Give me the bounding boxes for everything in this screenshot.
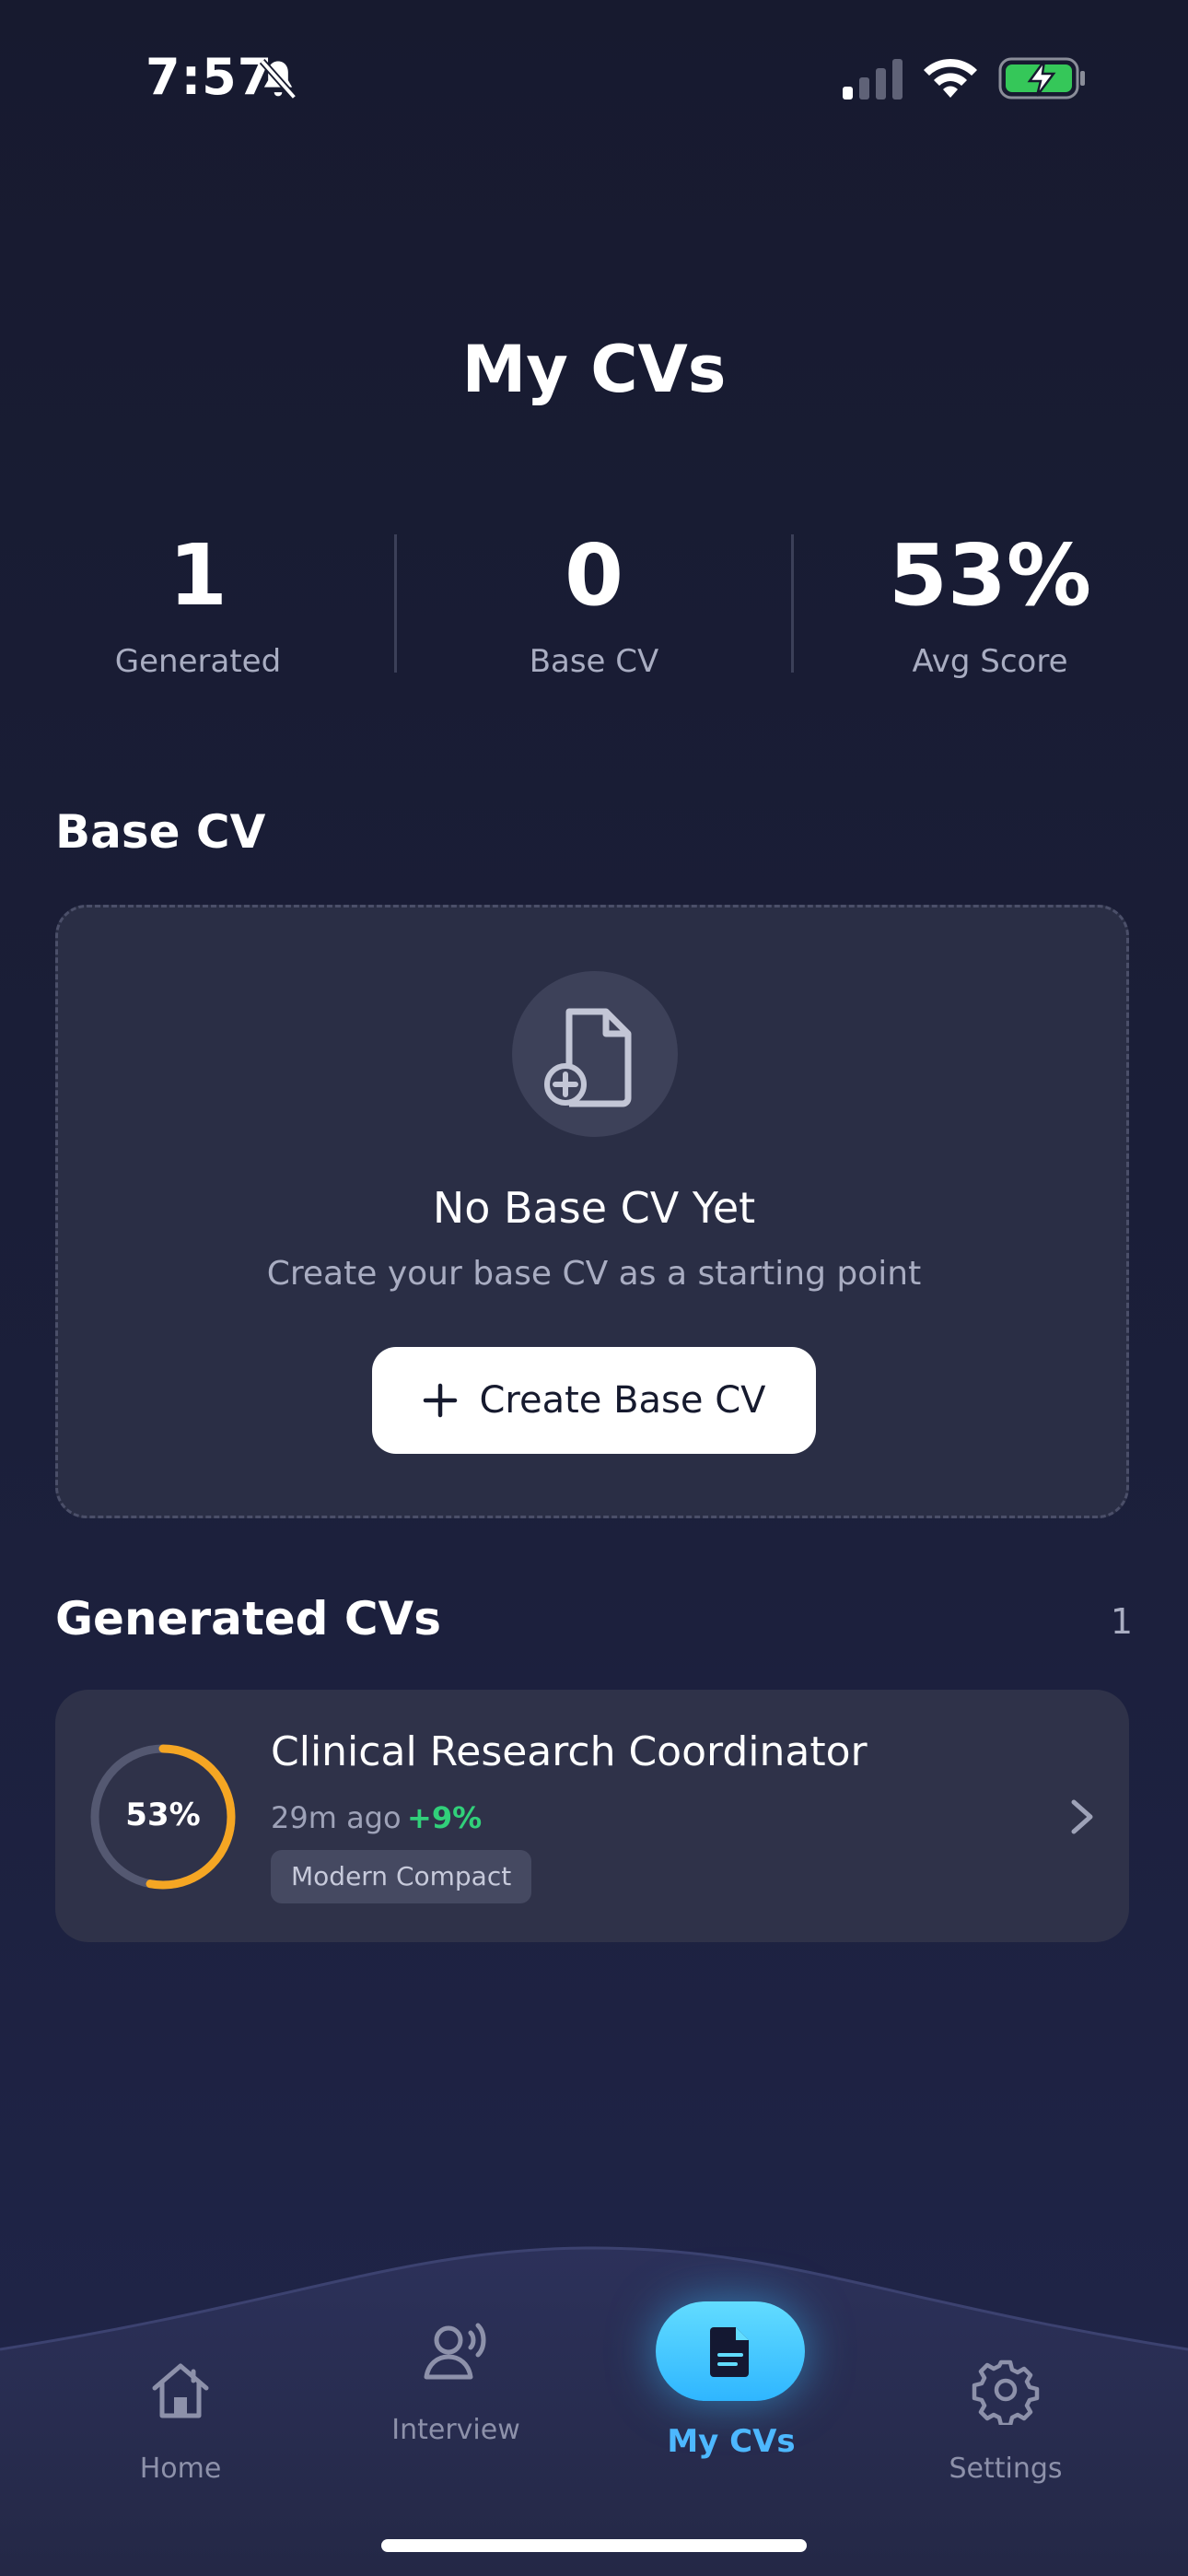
stat-label: Generated bbox=[114, 643, 282, 680]
create-base-cv-button[interactable]: Create Base CV bbox=[372, 1347, 816, 1454]
tab-label: Interview bbox=[391, 2414, 520, 2446]
stat-avg-score: 53% Avg Score bbox=[792, 525, 1188, 680]
stat-value: 1 bbox=[168, 526, 227, 625]
section-title-generated-cvs: Generated CVs bbox=[55, 1592, 442, 1645]
tab-label: Settings bbox=[949, 2453, 1063, 2485]
empty-state-title: No Base CV Yet bbox=[432, 1183, 756, 1233]
cv-title: Clinical Research Coordinator bbox=[271, 1728, 868, 1775]
empty-state-subtitle: Create your base CV as a starting point bbox=[266, 1255, 922, 1293]
tab-label-active: My CVs bbox=[667, 2423, 796, 2460]
stat-base-cv: 0 Base CV bbox=[396, 525, 792, 680]
section-title-base-cv: Base CV bbox=[55, 805, 266, 859]
stat-value: 0 bbox=[564, 526, 623, 625]
page-title: My CVs bbox=[461, 332, 727, 407]
voice-person-icon bbox=[424, 2323, 486, 2380]
battery-charging-icon bbox=[998, 57, 1085, 100]
tab-home[interactable]: Home bbox=[70, 2355, 291, 2493]
wifi-icon bbox=[924, 58, 977, 98]
cv-time: 29m ago bbox=[271, 1800, 402, 1835]
create-base-cv-label: Create Base CV bbox=[479, 1379, 766, 1422]
cellular-signal-icon bbox=[843, 59, 903, 100]
home-indicator bbox=[381, 2539, 807, 2552]
gear-icon bbox=[972, 2359, 1040, 2425]
document-add-icon bbox=[512, 971, 678, 1137]
score-label: 53% bbox=[125, 1797, 201, 1833]
chevron-right-icon bbox=[1071, 1799, 1093, 1834]
cv-score-delta: +9% bbox=[407, 1800, 483, 1835]
tab-label: Home bbox=[139, 2453, 222, 2485]
house-icon bbox=[152, 2363, 209, 2418]
generated-count: 1 bbox=[1110, 1601, 1133, 1642]
document-icon bbox=[710, 2327, 749, 2377]
bell-slash-icon bbox=[259, 58, 297, 100]
plus-icon bbox=[424, 1383, 458, 1418]
stat-value: 53% bbox=[888, 526, 1092, 625]
tab-my-cvs[interactable] bbox=[656, 2301, 805, 2401]
tab-settings[interactable]: Settings bbox=[895, 2355, 1116, 2493]
template-tag: Modern Compact bbox=[271, 1850, 532, 1903]
stat-generated: 1 Generated bbox=[0, 525, 396, 680]
stat-label: Avg Score bbox=[912, 643, 1068, 680]
stat-label: Base CV bbox=[529, 643, 659, 680]
tab-interview[interactable]: Interview bbox=[345, 2316, 566, 2454]
